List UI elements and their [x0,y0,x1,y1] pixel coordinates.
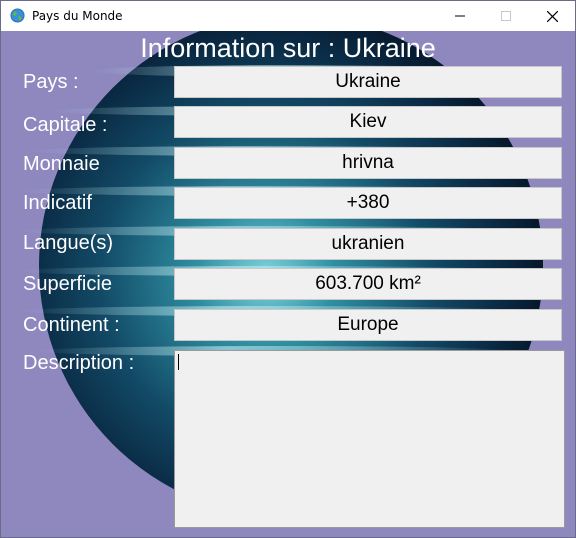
label-indicatif: Indicatif [23,192,92,214]
title-bar[interactable]: Pays du Monde [1,1,575,31]
label-pays: Pays : [23,71,79,93]
text-caret [178,354,179,370]
page-title: Information sur : Ukraine [140,33,436,63]
app-window: Pays du Monde Information sur: Ukraine … [0,0,576,538]
window-title: Pays du Monde [32,9,123,23]
close-icon [546,10,558,22]
globe-icon [10,8,25,23]
description-textarea[interactable] [174,350,565,528]
label-superficie: Superficie [23,273,112,295]
field-pays[interactable]: Ukraine [174,66,562,98]
label-capitale: Capitale : [23,114,108,136]
form-panel: Information sur : Ukraine Pays : Ukraine… [1,31,575,537]
field-continent[interactable]: Europe [174,309,562,341]
label-langues: Langue(s) [23,232,114,254]
field-capitale[interactable]: Kiev [174,106,562,138]
maximize-button[interactable] [483,1,529,31]
minimize-icon [455,15,465,17]
label-monnaie: Monnaie [23,153,100,175]
close-button[interactable] [529,1,575,31]
maximize-icon [501,11,511,21]
field-langues[interactable]: ukranien [174,228,562,260]
label-description: Description : [23,352,135,374]
field-monnaie[interactable]: hrivna [174,147,562,179]
minimize-button[interactable] [437,1,483,31]
label-continent: Continent : [23,314,120,336]
field-superficie[interactable]: 603.700 km² [174,268,562,300]
field-indicatif[interactable]: +380 [174,187,562,219]
